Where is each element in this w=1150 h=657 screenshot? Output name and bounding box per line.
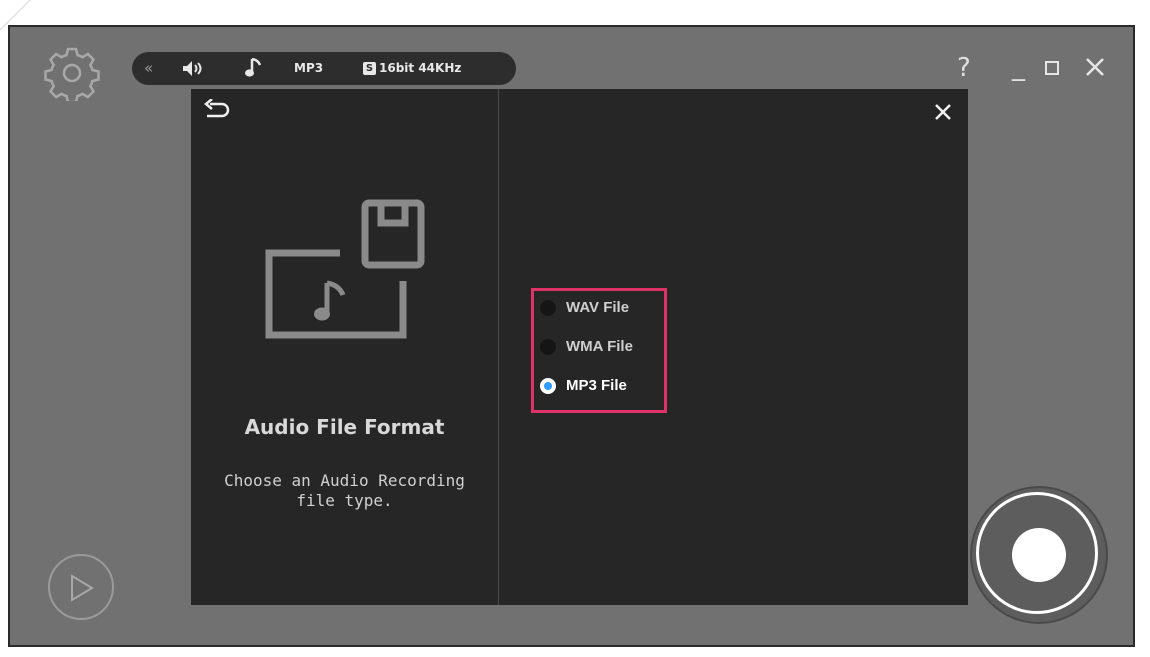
format-options-group: WAV File WMA File MP3 File xyxy=(531,288,667,413)
quality-label: 16bit 44KHz xyxy=(379,61,462,75)
option-label: MP3 File xyxy=(566,377,627,394)
format-label: MP3 xyxy=(294,61,324,75)
option-label: WMA File xyxy=(566,338,633,355)
recording-settings-bar[interactable]: « MP3 S 16bit 44KHz xyxy=(132,52,516,85)
help-button[interactable]: ? xyxy=(957,53,971,83)
radio-mp3[interactable] xyxy=(540,378,556,394)
option-label: WAV File xyxy=(566,299,630,316)
radio-wav[interactable] xyxy=(540,300,556,316)
music-note-icon xyxy=(245,58,261,77)
panel-divider xyxy=(498,89,499,605)
close-window-icon[interactable] xyxy=(1084,56,1106,78)
stereo-badge: S xyxy=(363,62,376,75)
gear-icon[interactable] xyxy=(44,45,100,101)
audio-file-save-icon xyxy=(265,199,425,339)
back-arrow-icon[interactable] xyxy=(203,99,231,121)
record-button[interactable] xyxy=(972,488,1106,622)
record-icon xyxy=(1012,528,1066,582)
play-button[interactable] xyxy=(48,554,114,620)
collapse-icon[interactable]: « xyxy=(144,52,153,85)
minimize-button[interactable]: _ xyxy=(1012,52,1025,82)
play-icon xyxy=(71,574,94,602)
panel-description: Choose an Audio Recording file type. xyxy=(224,471,465,510)
speaker-icon xyxy=(183,61,202,76)
maximize-button[interactable] xyxy=(1045,61,1059,75)
close-panel-icon[interactable] xyxy=(933,102,953,122)
panel-title: Audio File Format xyxy=(244,415,445,439)
radio-wma[interactable] xyxy=(540,339,556,355)
